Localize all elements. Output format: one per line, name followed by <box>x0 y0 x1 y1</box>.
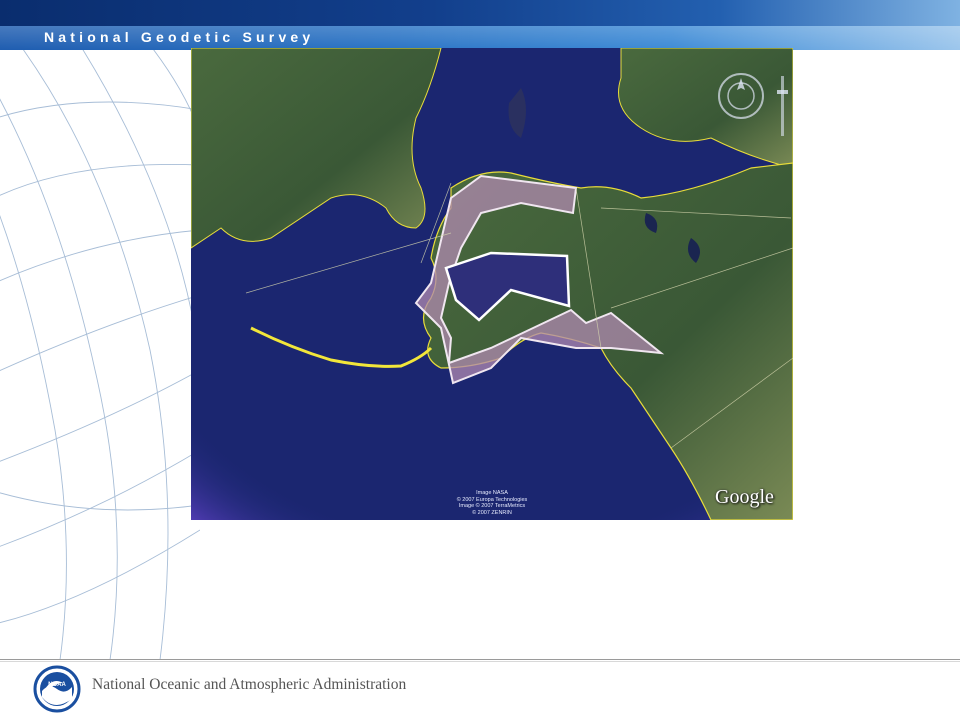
google-logo: Google <box>715 486 774 508</box>
footer-organization: National Oceanic and Atmospheric Adminis… <box>92 676 407 693</box>
footer-rule <box>0 659 960 660</box>
map-attribution: Image NASA © 2007 Europa Technologies Im… <box>431 490 553 516</box>
attribution-line: Image NASA <box>476 490 508 496</box>
attribution-line: Image © 2007 TerraMetrics <box>458 503 526 510</box>
attribution-line: © 2007 ZENRIN <box>472 509 512 516</box>
map-canvas <box>191 48 793 520</box>
slide-header: National Geodetic Survey <box>0 0 960 50</box>
svg-text:NOAA: NOAA <box>48 682 66 688</box>
globe-grid-decoration <box>0 50 200 660</box>
header-dark-band <box>0 0 960 26</box>
header-title: National Geodetic Survey <box>44 29 315 45</box>
footer-rule-secondary <box>0 661 960 662</box>
noaa-logo: NOAA <box>33 665 81 713</box>
satellite-map[interactable]: Image NASA © 2007 Europa Technologies Im… <box>191 48 793 520</box>
